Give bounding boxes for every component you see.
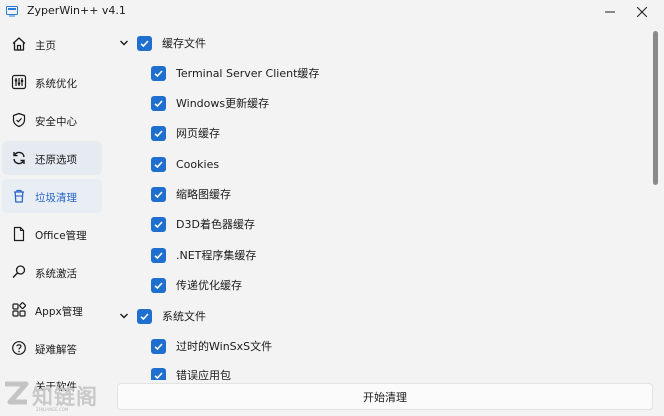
sidebar-item-label: 主页	[35, 40, 56, 52]
window-title: ZyperWin++ v4.1	[27, 4, 126, 17]
checkmark-icon	[140, 39, 149, 47]
checkbox-checked[interactable]	[137, 35, 152, 51]
list-item[interactable]: 网页缓存	[151, 122, 220, 144]
help-icon	[12, 341, 26, 355]
sidebar-item-troubleshoot[interactable]: 疑难解答	[2, 331, 102, 365]
shield-icon	[12, 112, 26, 128]
minimize-icon	[605, 11, 615, 13]
sidebar-item-security[interactable]: 安全中心	[2, 103, 102, 137]
item-label: 过时的WinSxS文件	[176, 340, 273, 353]
sidebar-nav: 主页 系统优化 安全中心 还原选项 垃圾清理 Office管理 系统激活 App…	[0, 24, 110, 416]
checkbox-checked[interactable]	[151, 156, 166, 172]
sidebar-item-label: Office管理	[35, 230, 87, 242]
list-item[interactable]: Windows更新缓存	[151, 92, 269, 114]
checkmark-icon	[154, 160, 163, 168]
checkbox-checked[interactable]	[151, 65, 166, 81]
item-label: 错误应用包	[176, 369, 231, 380]
watermark-z-icon	[5, 381, 29, 405]
search-key-icon	[12, 265, 26, 279]
checkmark-icon	[154, 371, 163, 379]
close-button[interactable]	[628, 0, 656, 24]
title-bar: ZyperWin++ v4.1	[0, 0, 664, 24]
junk-clean-tree: 缓存文件 Terminal Server Client缓存 Windows更新缓…	[110, 24, 654, 380]
item-label: Windows更新缓存	[176, 97, 270, 110]
item-label: .NET程序集缓存	[176, 249, 257, 262]
checkmark-icon	[154, 251, 163, 259]
checkbox-checked[interactable]	[151, 95, 166, 111]
list-item[interactable]: D3D着色器缓存	[151, 213, 255, 235]
group-system-files[interactable]: 系统文件	[118, 305, 206, 327]
checkmark-icon	[154, 99, 163, 107]
sidebar-item-label: 疑难解答	[35, 344, 77, 356]
item-label: 网页缓存	[176, 127, 220, 140]
checkmark-icon	[140, 312, 149, 320]
sidebar-item-system-optimize[interactable]: 系统优化	[2, 65, 102, 99]
sidebar-item-label: 系统激活	[35, 268, 77, 280]
watermark-subtext: ZHILIANGE.COM	[36, 407, 69, 412]
group-label: 系统文件	[162, 310, 206, 323]
sidebar-item-appx[interactable]: Appx管理	[2, 293, 102, 327]
checkbox-checked[interactable]	[137, 308, 152, 324]
minimize-button[interactable]	[596, 0, 624, 24]
checkmark-icon	[154, 190, 163, 198]
item-label: 缩略图缓存	[176, 188, 231, 201]
list-item[interactable]: 错误应用包	[151, 364, 231, 380]
checkmark-icon	[154, 281, 163, 289]
checkmark-icon	[154, 342, 163, 350]
item-label: 传递优化缓存	[176, 279, 242, 292]
sidebar-item-label: 系统优化	[35, 78, 77, 90]
sidebar-item-label: 垃圾清理	[35, 192, 77, 204]
close-icon	[637, 7, 647, 17]
checkbox-checked[interactable]	[151, 247, 166, 263]
checkmark-icon	[154, 129, 163, 137]
group-label: 缓存文件	[162, 37, 206, 50]
checkbox-checked[interactable]	[151, 216, 166, 232]
sidebar-item-office[interactable]: Office管理	[2, 217, 102, 251]
list-item[interactable]: 传递优化缓存	[151, 274, 242, 296]
sidebar-item-activation[interactable]: 系统激活	[2, 255, 102, 289]
list-item[interactable]: 缩略图缓存	[151, 183, 231, 205]
home-icon	[12, 37, 26, 51]
item-label: Terminal Server Client缓存	[176, 67, 320, 80]
sliders-icon	[11, 74, 27, 90]
list-item[interactable]: Terminal Server Client缓存	[151, 62, 319, 84]
sidebar-item-restore[interactable]: 还原选项	[2, 141, 102, 175]
checkmark-icon	[154, 69, 163, 77]
checkbox-checked[interactable]	[151, 277, 166, 293]
sidebar-item-label: 还原选项	[35, 154, 77, 166]
item-label: Cookies	[176, 157, 220, 171]
start-clean-button[interactable]: 开始清理	[117, 383, 653, 410]
chevron-down-icon[interactable]	[118, 37, 130, 49]
sidebar-item-home[interactable]: 主页	[2, 27, 102, 61]
checkbox-checked[interactable]	[151, 186, 166, 202]
sidebar-item-label: Appx管理	[35, 306, 83, 318]
vertical-scrollbar-thumb[interactable]	[653, 31, 658, 185]
checkbox-checked[interactable]	[151, 125, 166, 141]
start-clean-label: 开始清理	[363, 390, 407, 404]
chevron-down-icon[interactable]	[118, 310, 130, 322]
item-label: D3D着色器缓存	[176, 218, 255, 231]
list-item[interactable]: Cookies	[151, 153, 219, 175]
checkmark-icon	[154, 220, 163, 228]
group-cache-files[interactable]: 缓存文件	[118, 32, 206, 54]
checkbox-checked[interactable]	[151, 338, 166, 354]
sidebar-item-label: 安全中心	[35, 116, 77, 128]
document-icon	[13, 226, 25, 242]
sidebar-item-junk-clean[interactable]: 垃圾清理	[2, 179, 102, 213]
trash-icon	[14, 189, 24, 203]
checkbox-checked[interactable]	[151, 367, 166, 380]
list-item[interactable]: 过时的WinSxS文件	[151, 335, 272, 357]
watermark-logo: 知链阁 ZHILIANGE.COM	[2, 376, 120, 416]
list-item[interactable]: .NET程序集缓存	[151, 244, 256, 266]
apps-icon	[12, 302, 27, 317]
refresh-icon	[13, 151, 25, 165]
app-logo-icon	[6, 6, 18, 17]
